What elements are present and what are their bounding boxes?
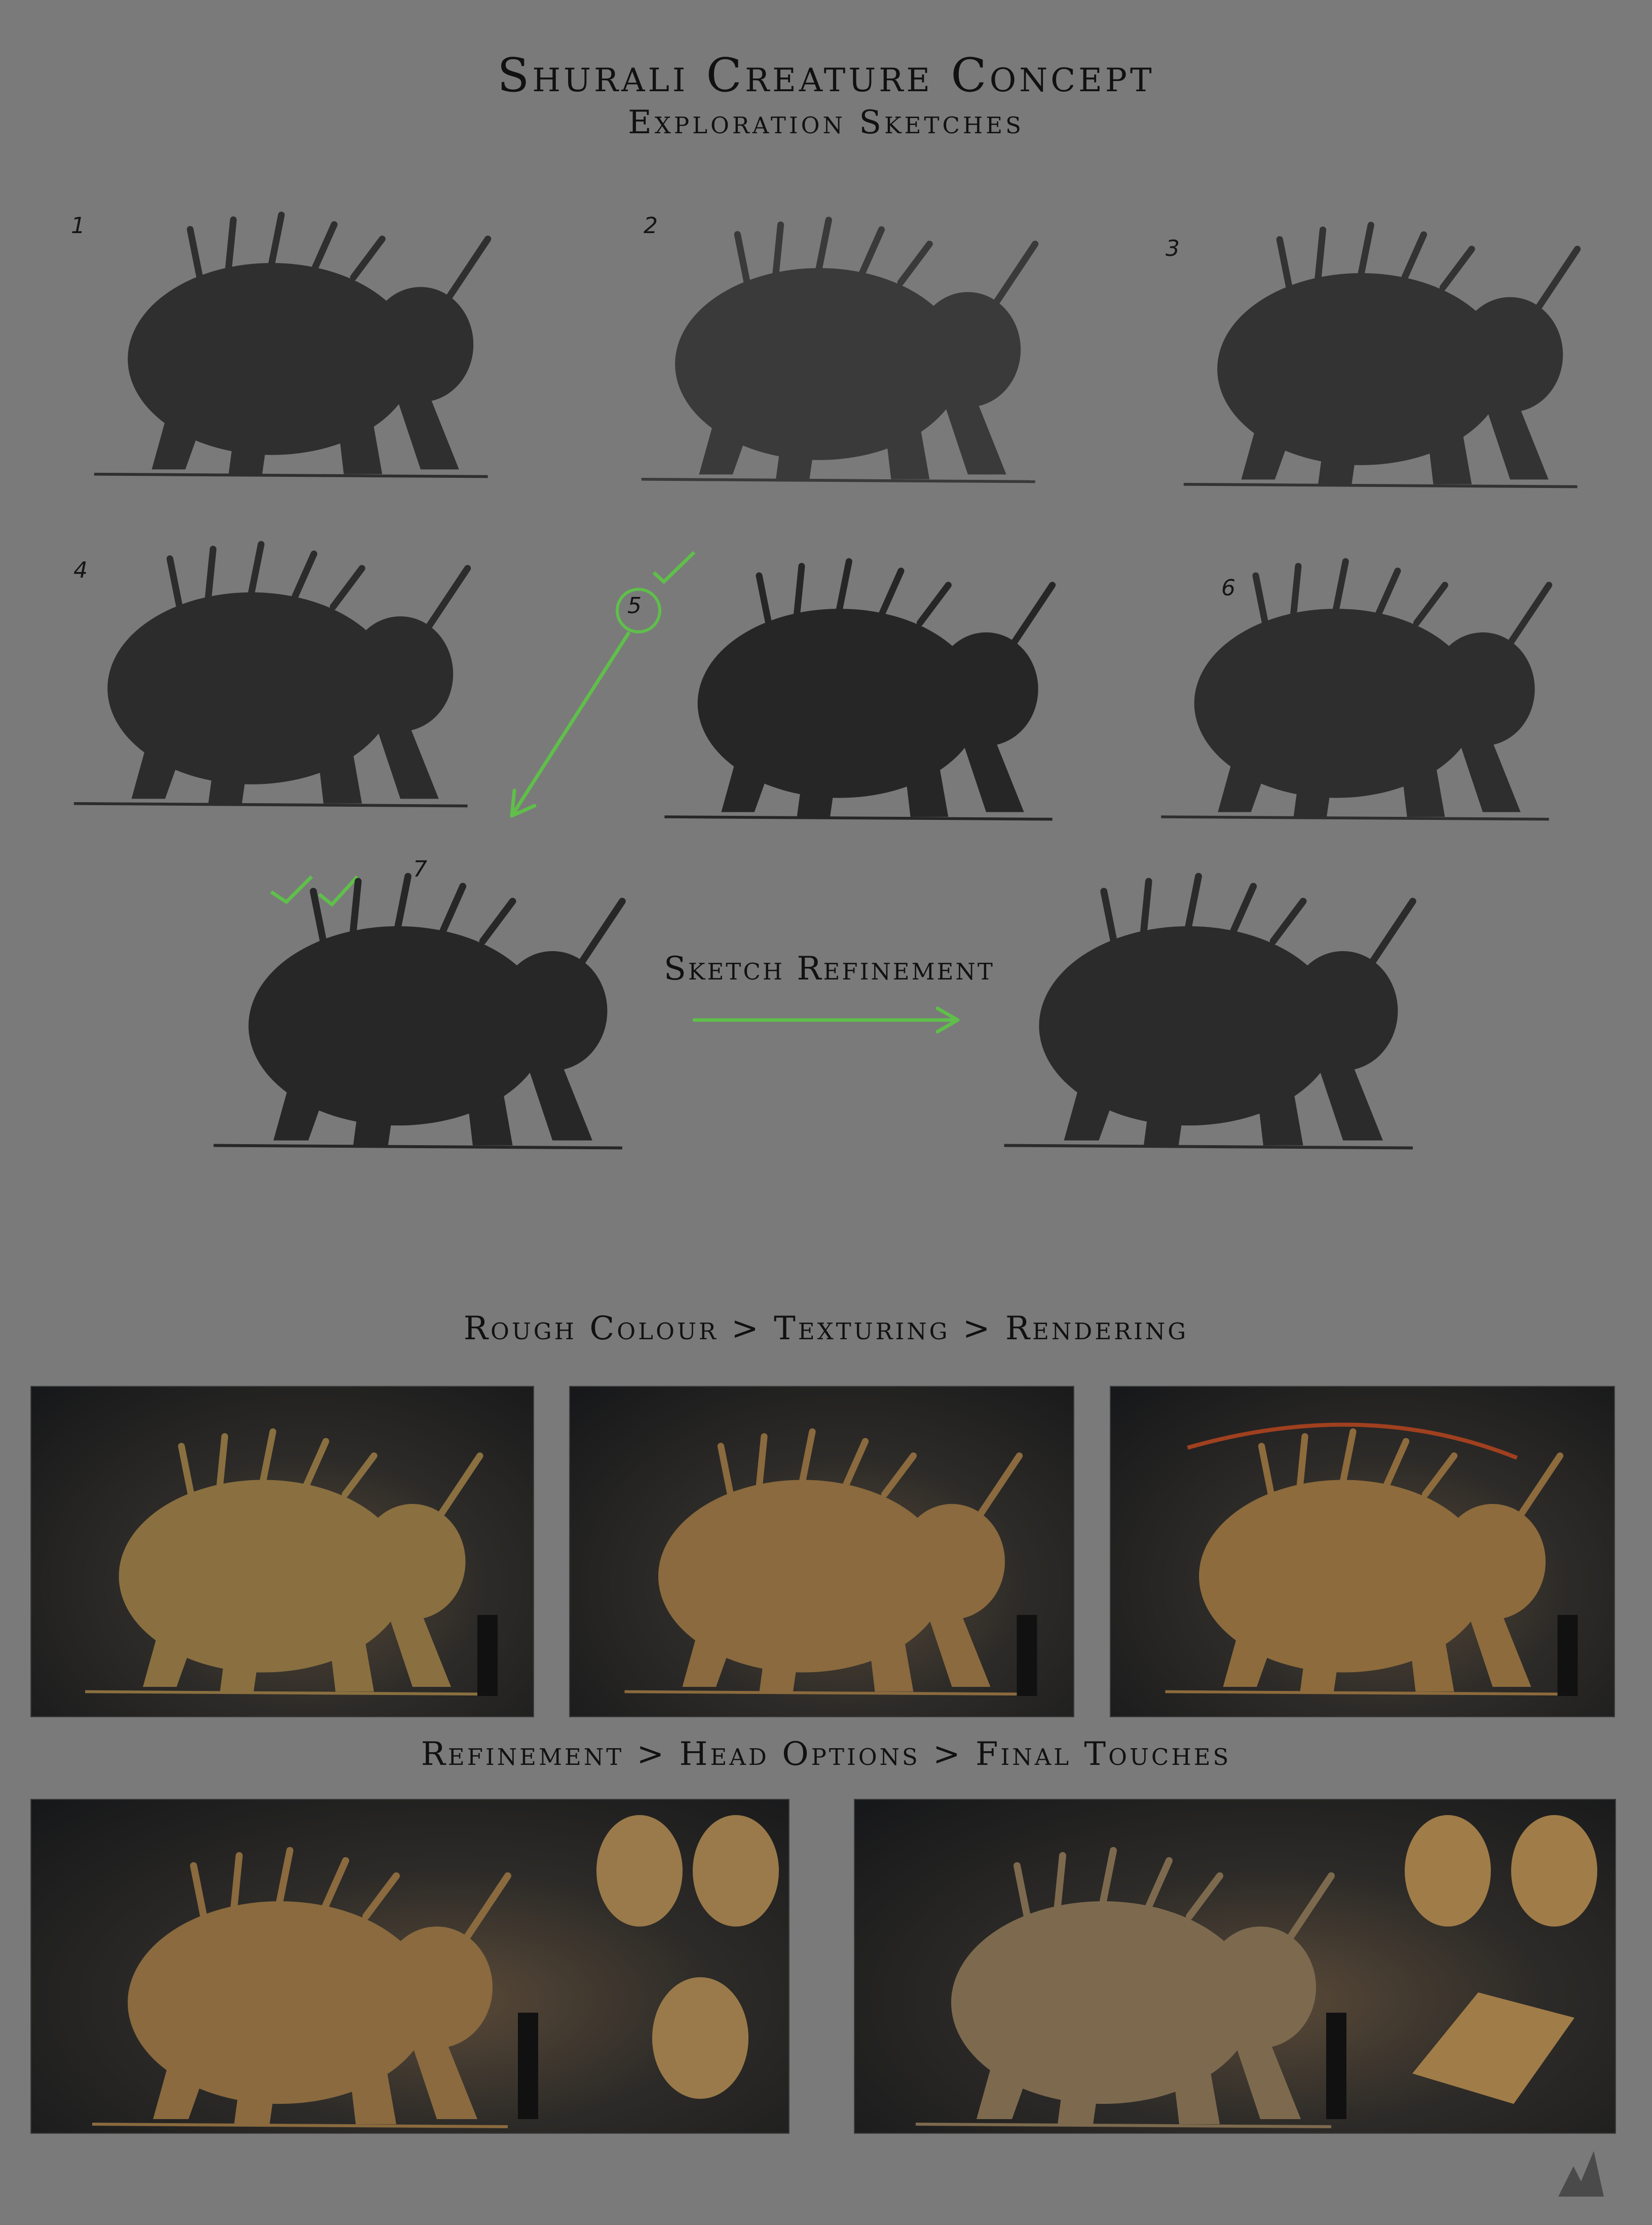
final-touches-render xyxy=(855,1815,1597,2133)
final-touches-panel xyxy=(854,1799,1616,2134)
sketch-number-6: 6 xyxy=(1221,575,1235,601)
creature-sketch-5 xyxy=(608,547,1095,831)
head-option-3 xyxy=(652,1977,748,2099)
page-title: Shurali Creature Concept xyxy=(497,48,1155,102)
sketch-2 xyxy=(603,203,1059,497)
creature-sketch-4 xyxy=(35,527,492,821)
head-option-3 xyxy=(1412,1992,1574,2104)
human-silhouette-icon xyxy=(518,2013,538,2119)
creature-sketch-refined xyxy=(958,861,1444,1160)
sketch-number-3: 3 xyxy=(1166,236,1180,261)
sketch-6 xyxy=(1115,547,1581,831)
arrow-right-icon xyxy=(692,1006,960,1034)
artist-logo-icon xyxy=(1558,2151,1604,2197)
sketch-5 xyxy=(608,547,1095,831)
head-options-panel xyxy=(30,1799,790,2134)
sketch-number-7: 7 xyxy=(413,856,427,882)
head-option-1 xyxy=(596,1815,683,1927)
creature-sketch-7 xyxy=(172,861,649,1160)
human-silhouette-icon xyxy=(1557,1615,1578,1696)
sketch-4 xyxy=(35,527,492,821)
human-silhouette-icon xyxy=(477,1615,498,1696)
page-subtitle: Exploration Sketches xyxy=(628,104,1024,141)
sketch-1 xyxy=(56,193,512,497)
sketch-number-2: 2 xyxy=(644,213,658,239)
human-silhouette-icon xyxy=(1017,1615,1037,1696)
head-option-2 xyxy=(1511,1815,1597,1927)
sketch-number-1: 1 xyxy=(71,213,85,239)
creature-sketch-2 xyxy=(603,203,1059,497)
creature-sketch-6 xyxy=(1115,547,1581,831)
texturing-panel xyxy=(569,1386,1074,1717)
rendering-render xyxy=(1111,1422,1578,1716)
sketch-refined xyxy=(958,861,1444,1160)
creature-sketch-1 xyxy=(56,193,512,497)
human-silhouette-icon xyxy=(1326,2013,1346,2119)
rough-colour-panel xyxy=(30,1386,534,1717)
head-option-1 xyxy=(1405,1815,1491,1927)
sketch-number-5: 5 xyxy=(627,593,642,619)
colour-section-heading: Rough Colour > Texturing > Rendering xyxy=(463,1310,1189,1347)
sketch-refinement-label: Sketch Refinement xyxy=(664,950,995,988)
head-option-2 xyxy=(693,1815,779,1927)
sketch-number-4: 4 xyxy=(73,557,88,583)
refinement-section-heading: Refinement > Head Options > Final Touche… xyxy=(421,1736,1231,1773)
rough-colour-render xyxy=(31,1387,498,1716)
head-options-render xyxy=(31,1815,779,2133)
creature-sketch-3 xyxy=(1145,208,1601,502)
rendering-panel xyxy=(1110,1386,1615,1717)
sketch-7 xyxy=(172,861,649,1160)
sketch-3 xyxy=(1145,208,1601,502)
texturing-render xyxy=(570,1387,1037,1716)
